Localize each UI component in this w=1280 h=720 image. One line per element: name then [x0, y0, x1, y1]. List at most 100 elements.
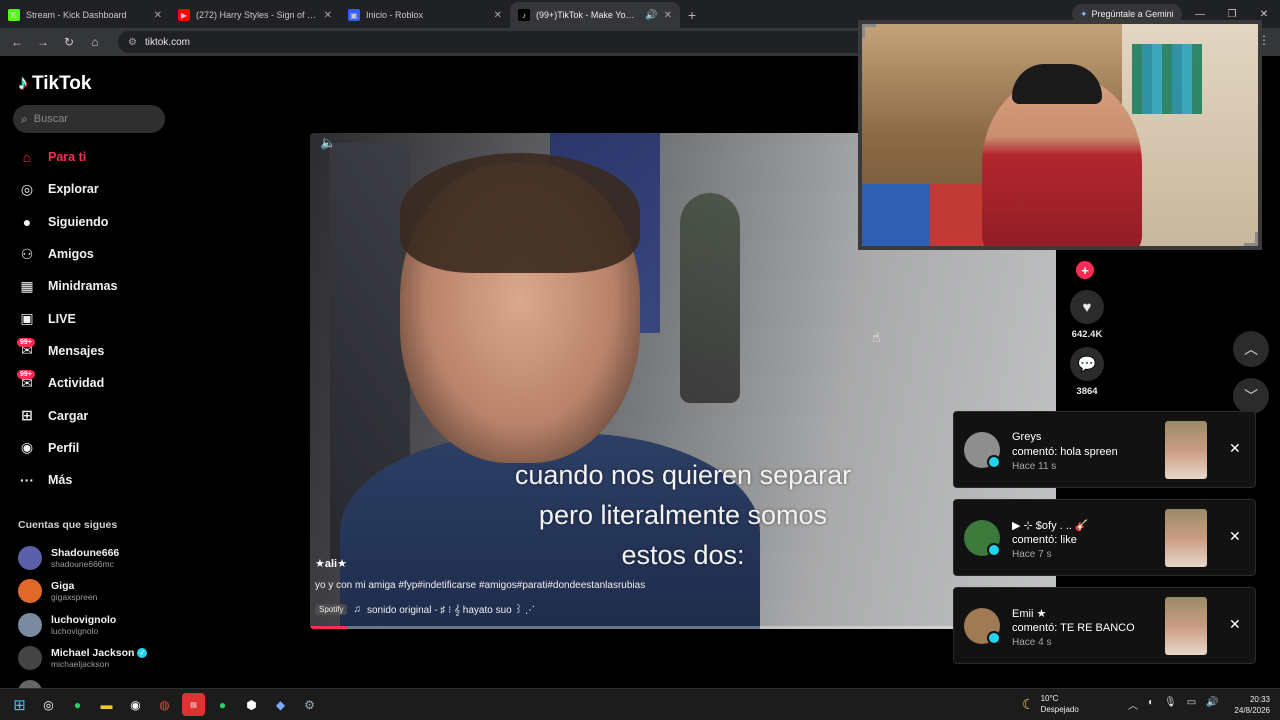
- nav-item[interactable]: ✉ 99+ Actividad: [0, 367, 178, 399]
- chrome-icon[interactable]: ◍: [153, 693, 176, 716]
- comment-notification[interactable]: Emii ★ comentó: TE RE BANCO Hace 4 s ✕: [953, 587, 1256, 664]
- notification-thumbnail[interactable]: [1165, 509, 1207, 567]
- avatar: [18, 612, 42, 637]
- nav-item[interactable]: ▣ LIVE: [0, 302, 178, 334]
- nav-label: Cargar: [48, 408, 89, 423]
- app-red-icon[interactable]: ▤: [182, 693, 205, 716]
- steam-icon[interactable]: ⚙: [298, 693, 321, 716]
- following-item[interactable]: luchovignolo luchovignolo: [18, 608, 178, 642]
- nav-item[interactable]: ⚇ Amigos: [0, 238, 178, 270]
- video-bg-person: [680, 193, 740, 403]
- video-author[interactable]: ★ali★: [315, 557, 347, 570]
- tray-app-icon[interactable]: ◐: [1148, 697, 1154, 712]
- nav-label: Siguiendo: [48, 214, 109, 229]
- nav-label: Mensajes: [48, 343, 105, 358]
- nav-item[interactable]: ▦ Minidramas: [0, 270, 178, 302]
- close-icon[interactable]: ✕: [1229, 440, 1241, 457]
- like-icon[interactable]: ♥: [1070, 290, 1104, 324]
- spotify-alt-icon[interactable]: ●: [211, 693, 234, 716]
- tab-title: (99+)TikTok - Make Your Da: [536, 10, 640, 20]
- video-caption-line-1: cuando nos quieren separar: [514, 460, 852, 490]
- clock[interactable]: 20:33 24/8/2026: [1228, 694, 1270, 716]
- tab-close-icon[interactable]: ✕: [324, 10, 332, 21]
- previous-video-icon[interactable]: ︿: [1233, 331, 1269, 367]
- nav-item[interactable]: ⌂ Para ti: [0, 141, 178, 173]
- close-icon[interactable]: ✕: [1229, 528, 1241, 545]
- tray-chevron-icon[interactable]: ︿: [1128, 697, 1138, 712]
- webcam-corner-handle[interactable]: [1244, 232, 1258, 246]
- video-music[interactable]: Spotify ♫ sonido original - ♯ ⁝ 𝄞 hayato…: [315, 603, 535, 616]
- spotify-icon[interactable]: ●: [66, 693, 89, 716]
- tiktok-note-icon: ♪: [18, 72, 28, 94]
- app-shield-icon[interactable]: ⬢: [240, 693, 263, 716]
- tab-title: Stream - Kick Dashboard: [26, 10, 127, 20]
- video-description[interactable]: yo y con mi amiga #fyp#indetificarse #am…: [315, 580, 645, 591]
- back-icon[interactable]: ←: [10, 35, 24, 49]
- sidebar: ♪ TikTok ⌕ ⌂ Para ti◎ Explorar● Siguiend…: [0, 56, 178, 704]
- more-icon: ···: [20, 472, 34, 489]
- nav-label: Actividad: [48, 376, 105, 391]
- tab-favicon-icon: ♪: [518, 9, 530, 21]
- browser-tab[interactable]: ▣ Inicio - Roblox ✕: [340, 2, 510, 28]
- notification-text: comentó: like: [1012, 534, 1077, 546]
- following-item[interactable]: Michael Jackson ✓ michaeljackson: [18, 642, 178, 676]
- verified-icon: [987, 543, 1001, 557]
- search-input[interactable]: [33, 113, 144, 125]
- microphone-icon[interactable]: 🎙: [1164, 697, 1177, 712]
- notification-thumbnail[interactable]: [1165, 597, 1207, 655]
- video-progress-bar[interactable]: [310, 626, 1056, 629]
- close-icon[interactable]: ✕: [1229, 616, 1241, 633]
- browser-tab[interactable]: ▶ (272) Harry Styles - Sign of the ✕: [170, 2, 340, 28]
- nav-item[interactable]: ✉ 99+ Mensajes: [0, 335, 178, 367]
- tab-close-icon[interactable]: ✕: [494, 10, 502, 21]
- clock-date: 24/8/2026: [1234, 706, 1270, 715]
- webcam-corner-handle[interactable]: [862, 24, 876, 38]
- volume-icon[interactable]: 🔈: [320, 135, 336, 151]
- system-tray: ︿ ◐ 🎙 ▭ 🔊: [1128, 697, 1219, 712]
- next-video-icon[interactable]: ﹀: [1233, 378, 1269, 414]
- file-explorer-icon[interactable]: ▬: [95, 693, 118, 716]
- browser-tab[interactable]: K Stream - Kick Dashboard ✕: [0, 2, 170, 28]
- display-icon[interactable]: ▭: [1187, 697, 1196, 712]
- tab-title: (272) Harry Styles - Sign of the: [196, 10, 318, 20]
- browser-tab[interactable]: ♪ (99+)TikTok - Make Your Da 🔊 ✕: [510, 2, 680, 28]
- forward-icon[interactable]: →: [36, 35, 50, 49]
- nav-item[interactable]: ⊞ Cargar: [0, 399, 178, 431]
- live-icon: ▣: [20, 310, 34, 327]
- moon-icon: ☾: [1022, 695, 1035, 712]
- tiktok-logo[interactable]: ♪ TikTok: [18, 72, 91, 95]
- new-tab-button[interactable]: +: [680, 2, 704, 28]
- nav-item[interactable]: ◎ Explorar: [0, 173, 178, 205]
- nav-item[interactable]: ◉ Perfil: [0, 432, 178, 464]
- app-4k-icon[interactable]: ◉: [124, 693, 147, 716]
- tab-close-icon[interactable]: ✕: [664, 10, 672, 21]
- volume-tray-icon[interactable]: 🔊: [1206, 697, 1218, 712]
- nav-item[interactable]: ··· Más: [0, 464, 178, 496]
- app-diamond-icon[interactable]: ◆: [269, 693, 292, 716]
- url-field[interactable]: ⚙ tiktok.com: [118, 31, 978, 53]
- notification-user: Emii ★: [1012, 608, 1047, 620]
- tab-close-icon[interactable]: ✕: [154, 10, 162, 21]
- nav-badge: 99+: [17, 337, 35, 347]
- following-item[interactable]: Shadoune666 shadoune666mc: [18, 541, 178, 575]
- search-box[interactable]: ⌕: [13, 105, 165, 133]
- follow-plus-icon[interactable]: +: [1076, 261, 1094, 279]
- comment-icon[interactable]: 💬: [1070, 347, 1104, 381]
- following-item[interactable]: Giga gigaxspreen: [18, 575, 178, 609]
- profile-icon: ◉: [20, 439, 34, 456]
- notification-thumbnail[interactable]: [1165, 421, 1207, 479]
- music-note-icon: ♫: [353, 604, 361, 615]
- weather-widget[interactable]: ☾ 10°C Despejado: [1022, 693, 1079, 715]
- windows-start-icon[interactable]: ⊞: [8, 693, 31, 716]
- comment-notification[interactable]: ▶ ⊹ $ofy . .. 🎸 comentó: like Hace 7 s ✕: [953, 499, 1256, 576]
- url-text: tiktok.com: [144, 36, 190, 48]
- tab-audio-icon[interactable]: 🔊: [645, 10, 657, 21]
- reload-icon[interactable]: ↻: [62, 35, 76, 49]
- site-info-icon[interactable]: ⚙: [128, 37, 137, 48]
- nav-item[interactable]: ● Siguiendo: [0, 206, 178, 238]
- obs-icon[interactable]: ◎: [37, 693, 60, 716]
- main-nav: ⌂ Para ti ◎ Explorar ● Siguiendo ⚇ Amigos ▦ …: [0, 141, 178, 496]
- home-button-icon[interactable]: ⌂: [88, 35, 102, 49]
- spotify-badge[interactable]: Spotify: [315, 604, 348, 615]
- comment-notification[interactable]: Greys comentó: hola spreen Hace 11 s ✕: [953, 411, 1256, 488]
